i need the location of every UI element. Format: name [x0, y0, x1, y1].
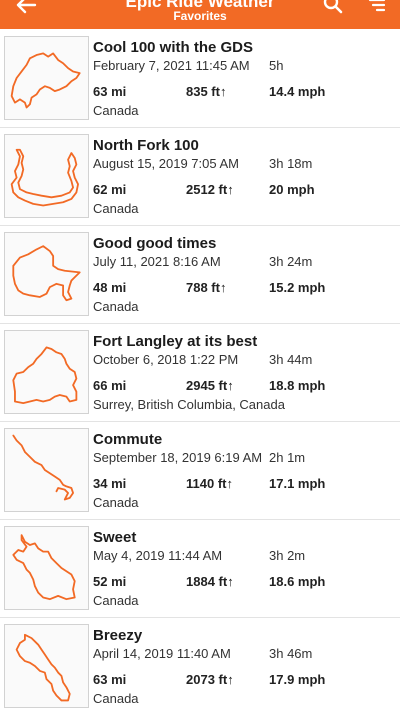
route-name: Breezy [93, 627, 143, 644]
route-distance: 34 mi [93, 476, 127, 491]
route-speed: 15.2 mph [269, 280, 326, 295]
route-distance: 48 mi [93, 280, 127, 295]
route-date: July 11, 2021 8:16 AM [93, 254, 221, 269]
route-map-thumbnail [4, 330, 89, 414]
route-location: Canada [93, 103, 139, 118]
route-elevation: 835 ft↑ [186, 84, 227, 99]
route-map-thumbnail [4, 624, 89, 708]
route-speed: 17.9 mph [269, 672, 326, 687]
route-duration: 3h 44m [269, 352, 313, 367]
route-list-item[interactable]: Breezy April 14, 2019 11:40 AM 3h 46m 63 mi… [0, 618, 400, 711]
route-list-item[interactable]: Good good times July 11, 2021 8:16 AM 3h 2… [0, 226, 400, 324]
route-duration: 3h 2m [269, 548, 306, 563]
route-distance: 62 mi [93, 182, 127, 197]
route-date: August 15, 2019 7:05 AM [93, 156, 239, 171]
route-list-item[interactable]: Cool 100 with the GDS February 7, 2021 11… [0, 30, 400, 128]
route-list-item[interactable]: North Fork 100 August 15, 2019 7:05 AM 3h … [0, 128, 400, 226]
route-list-item[interactable]: Fort Langley at its best October 6, 2018 … [0, 324, 400, 422]
route-name: Commute [93, 431, 163, 448]
route-date: October 6, 2018 1:22 PM [93, 352, 239, 367]
route-location: Canada [93, 299, 139, 314]
route-location: Canada [93, 691, 139, 706]
route-speed: 18.6 mph [269, 574, 326, 589]
route-name: North Fork 100 [93, 137, 199, 154]
route-speed: 14.4 mph [269, 84, 326, 99]
route-duration: 5h [269, 58, 284, 73]
route-date: September 18, 2019 6:19 AM [93, 450, 263, 465]
route-elevation: 1140 ft↑ [186, 476, 233, 491]
route-name: Fort Langley at its best [93, 333, 258, 350]
route-elevation: 2073 ft↑ [186, 672, 234, 687]
search-icon[interactable] [321, 0, 345, 14]
route-list-item[interactable]: Sweet May 4, 2019 11:44 AM 3h 2m 52 mi 1884 … [0, 520, 400, 618]
route-map-thumbnail [4, 232, 89, 316]
route-elevation: 2512 ft↑ [186, 182, 234, 197]
route-elevation: 1884 ft↑ [186, 574, 234, 589]
route-map-thumbnail [4, 526, 89, 610]
route-date: April 14, 2019 11:40 AM [93, 646, 231, 661]
route-date: May 4, 2019 11:44 AM [93, 548, 223, 563]
filter-sort-icon[interactable] [364, 0, 388, 12]
route-location: Canada [93, 495, 139, 510]
route-elevation: 2945 ft↑ [186, 378, 234, 393]
route-distance: 52 mi [93, 574, 127, 589]
route-speed: 17.1 mph [269, 476, 326, 491]
route-duration: 2h 1m [269, 450, 306, 465]
route-date: February 7, 2021 11:45 AM [93, 58, 250, 73]
favorites-list[interactable]: Cool 100 with the GDS February 7, 2021 11… [0, 29, 400, 711]
route-distance: 63 mi [93, 672, 127, 687]
route-list-item[interactable]: Commute September 18, 2019 6:19 AM 2h 1m 34… [0, 422, 400, 520]
route-elevation: 788 ft↑ [186, 280, 227, 295]
route-duration: 3h 18m [269, 156, 313, 171]
route-speed: 20 mph [269, 182, 315, 197]
route-distance: 63 mi [93, 84, 127, 99]
route-speed: 18.8 mph [269, 378, 326, 393]
route-location: Surrey, British Columbia, Canada [93, 397, 285, 412]
route-name: Cool 100 with the GDS [93, 39, 254, 56]
route-map-thumbnail [4, 428, 89, 512]
route-name: Good good times [93, 235, 217, 252]
route-name: Sweet [93, 529, 137, 546]
route-map-thumbnail [4, 36, 89, 120]
route-duration: 3h 46m [269, 646, 313, 661]
route-duration: 3h 24m [269, 254, 313, 269]
route-distance: 66 mi [93, 378, 127, 393]
route-location: Canada [93, 593, 139, 608]
route-location: Canada [93, 201, 139, 216]
route-map-thumbnail [4, 134, 89, 218]
app-bar: Epic Ride Weather Favorites [0, 0, 400, 29]
